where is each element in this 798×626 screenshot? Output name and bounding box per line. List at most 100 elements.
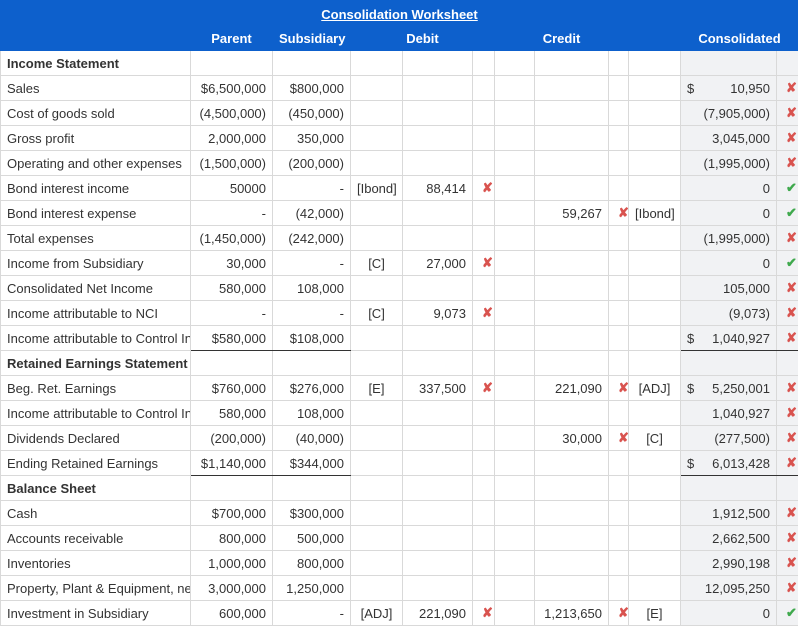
x-icon: ✘ (786, 405, 797, 420)
debit-cell[interactable] (403, 126, 473, 151)
debit-cell[interactable] (403, 76, 473, 101)
credit-ref (629, 501, 681, 526)
consolidated-cell[interactable]: $5,250,001 (681, 376, 777, 401)
consolidated-cell[interactable]: (277,500) (681, 426, 777, 451)
parent-cell: 580,000 (191, 401, 273, 426)
subsidiary-cell: 1,250,000 (273, 576, 351, 601)
debit-cell[interactable] (403, 101, 473, 126)
row-label: Cash (1, 501, 191, 526)
debit-cell[interactable] (403, 426, 473, 451)
credit-cell[interactable] (535, 226, 609, 251)
credit-cell[interactable] (535, 526, 609, 551)
subsidiary-cell: - (273, 176, 351, 201)
x-icon: ✘ (618, 605, 629, 620)
credit-cell[interactable] (535, 76, 609, 101)
debit-cell[interactable] (403, 226, 473, 251)
debit-cell[interactable] (403, 401, 473, 426)
row-label: Income attributable to NCI (1, 301, 191, 326)
debit-cell[interactable] (403, 201, 473, 226)
parent-cell: $1,140,000 (191, 451, 273, 476)
table-row: Income attributable to Control Int580,00… (1, 401, 798, 426)
x-icon: ✘ (482, 305, 493, 320)
credit-cell[interactable] (535, 451, 609, 476)
section-heading: Balance Sheet (1, 476, 191, 501)
consolidated-cell[interactable]: (1,995,000) (681, 226, 777, 251)
consolidation-worksheet-table: Consolidation Worksheet Parent Subsidiar… (0, 0, 798, 626)
debit-cell[interactable]: 88,414 (403, 176, 473, 201)
debit-mark (473, 401, 495, 426)
table-row: Beg. Ret. Earnings$760,000$276,000[E]337… (1, 376, 798, 401)
worksheet-title-link[interactable]: Consolidation Worksheet (321, 7, 478, 22)
debit-cell[interactable] (403, 526, 473, 551)
consolidated-cell[interactable]: 0 (681, 201, 777, 226)
credit-cell[interactable]: 221,090 (535, 376, 609, 401)
table-row: Bond interest income50000-[Ibond]88,414✘… (1, 176, 798, 201)
debit-cell[interactable] (403, 326, 473, 351)
debit-cell[interactable]: 27,000 (403, 251, 473, 276)
credit-cell[interactable] (535, 326, 609, 351)
debit-cell[interactable] (403, 451, 473, 476)
debit-mark (473, 126, 495, 151)
consolidated-cell[interactable]: 2,990,198 (681, 551, 777, 576)
debit-ref (351, 451, 403, 476)
credit-cell[interactable] (535, 401, 609, 426)
credit-ref (629, 176, 681, 201)
credit-mark (609, 326, 629, 351)
credit-ref: [Ibond] (629, 201, 681, 226)
consolidated-cell[interactable]: $10,950 (681, 76, 777, 101)
consolidated-cell[interactable]: (1,995,000) (681, 151, 777, 176)
credit-cell[interactable] (535, 101, 609, 126)
x-icon: ✘ (786, 555, 797, 570)
consolidated-cell[interactable]: 3,045,000 (681, 126, 777, 151)
consolidated-cell[interactable]: (7,905,000) (681, 101, 777, 126)
debit-cell[interactable] (403, 151, 473, 176)
parent-cell: $760,000 (191, 376, 273, 401)
row-label: Bond interest income (1, 176, 191, 201)
credit-ref: [E] (629, 601, 681, 626)
debit-cell[interactable]: 337,500 (403, 376, 473, 401)
credit-cell[interactable] (535, 576, 609, 601)
credit-cell[interactable] (535, 151, 609, 176)
consolidated-cell[interactable]: 1,040,927 (681, 401, 777, 426)
consolidated-cell[interactable]: $1,040,927 (681, 326, 777, 351)
x-icon: ✘ (786, 280, 797, 295)
row-label: Investment in Subsidiary (1, 601, 191, 626)
debit-mark (473, 76, 495, 101)
debit-cell[interactable] (403, 551, 473, 576)
consolidated-cell[interactable]: 2,662,500 (681, 526, 777, 551)
credit-cell[interactable] (535, 301, 609, 326)
credit-cell[interactable]: 59,267 (535, 201, 609, 226)
credit-cell[interactable] (535, 176, 609, 201)
debit-cell[interactable] (403, 576, 473, 601)
debit-ref (351, 526, 403, 551)
subsidiary-cell: (40,000) (273, 426, 351, 451)
table-row: Accounts receivable800,000500,0002,662,5… (1, 526, 798, 551)
consolidated-cell[interactable]: (9,073) (681, 301, 777, 326)
x-icon: ✘ (786, 130, 797, 145)
credit-cell[interactable] (535, 126, 609, 151)
consolidated-cell[interactable]: 0 (681, 601, 777, 626)
consolidated-cell[interactable]: $6,013,428 (681, 451, 777, 476)
credit-cell[interactable] (535, 276, 609, 301)
consolidated-cell[interactable]: 0 (681, 251, 777, 276)
table-row: Sales$6,500,000$800,000$10,950✘ (1, 76, 798, 101)
debit-cell[interactable]: 9,073 (403, 301, 473, 326)
debit-cell[interactable]: 221,090 (403, 601, 473, 626)
consolidated-cell[interactable]: 105,000 (681, 276, 777, 301)
credit-mark (609, 176, 629, 201)
credit-cell[interactable]: 30,000 (535, 426, 609, 451)
debit-cell[interactable] (403, 501, 473, 526)
check-icon: ✔ (786, 205, 797, 220)
x-icon: ✘ (786, 155, 797, 170)
row-label: Accounts receivable (1, 526, 191, 551)
parent-cell: - (191, 301, 273, 326)
credit-cell[interactable] (535, 551, 609, 576)
subsidiary-cell: - (273, 251, 351, 276)
credit-cell[interactable]: 1,213,650 (535, 601, 609, 626)
consolidated-cell[interactable]: 12,095,250 (681, 576, 777, 601)
debit-cell[interactable] (403, 276, 473, 301)
consolidated-cell[interactable]: 0 (681, 176, 777, 201)
credit-cell[interactable] (535, 501, 609, 526)
consolidated-cell[interactable]: 1,912,500 (681, 501, 777, 526)
credit-cell[interactable] (535, 251, 609, 276)
